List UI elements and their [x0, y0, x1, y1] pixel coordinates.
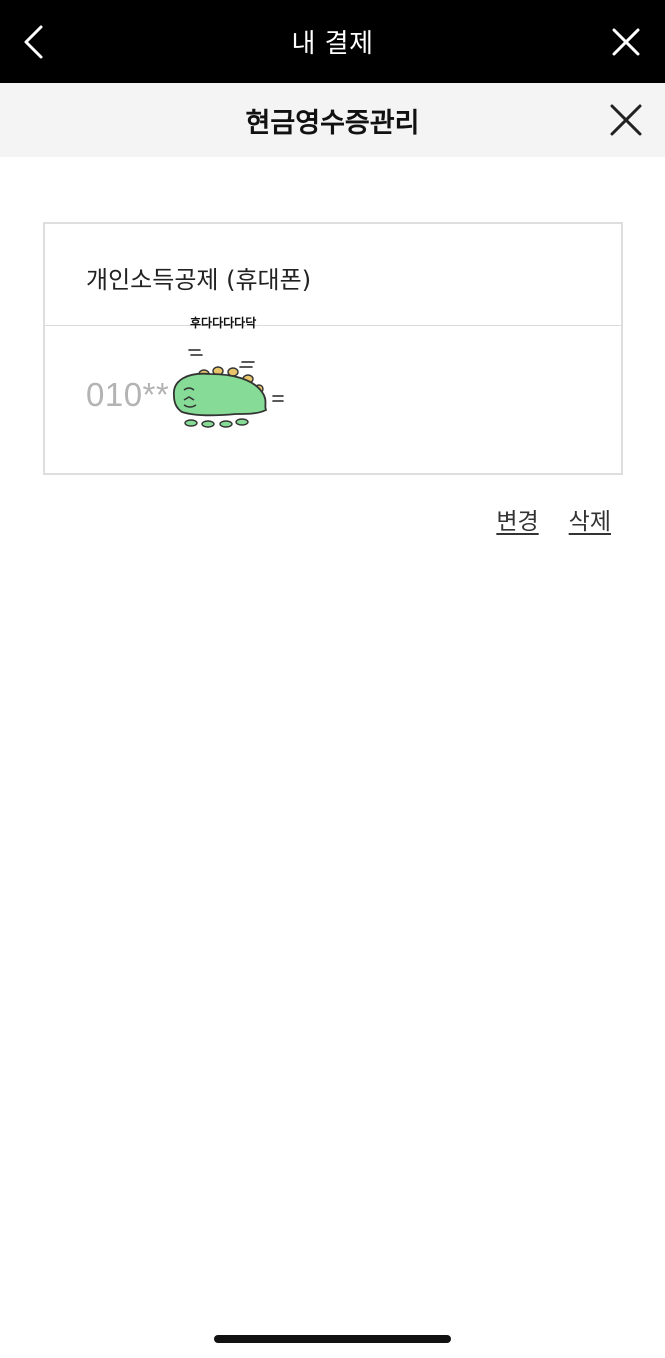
receipt-type-label: 개인소득공제 (휴대폰) — [86, 266, 312, 294]
receipt-actions: 변경 삭제 — [496, 502, 611, 536]
delete-button[interactable]: 삭제 — [569, 502, 611, 536]
dinosaur-icon — [173, 349, 284, 428]
card-divider — [45, 325, 621, 326]
cash-receipt-card: 개인소득공제 (휴대폰) 010** — [43, 222, 623, 475]
close-icon — [612, 28, 640, 56]
section-close-button[interactable] — [605, 99, 647, 141]
close-icon — [610, 104, 642, 136]
sub-header: 현금영수증관리 — [0, 83, 665, 157]
section-title: 현금영수증관리 — [245, 107, 420, 139]
close-button[interactable] — [607, 23, 645, 61]
home-indicator — [214, 1335, 451, 1343]
phone-number: 010** — [86, 376, 170, 413]
top-navigation-bar: 내 결제 — [0, 0, 665, 83]
dinosaur-sticker: 후다다다다닥 — [160, 308, 295, 438]
change-button[interactable]: 변경 — [496, 502, 538, 536]
page-title: 내 결제 — [291, 29, 374, 59]
